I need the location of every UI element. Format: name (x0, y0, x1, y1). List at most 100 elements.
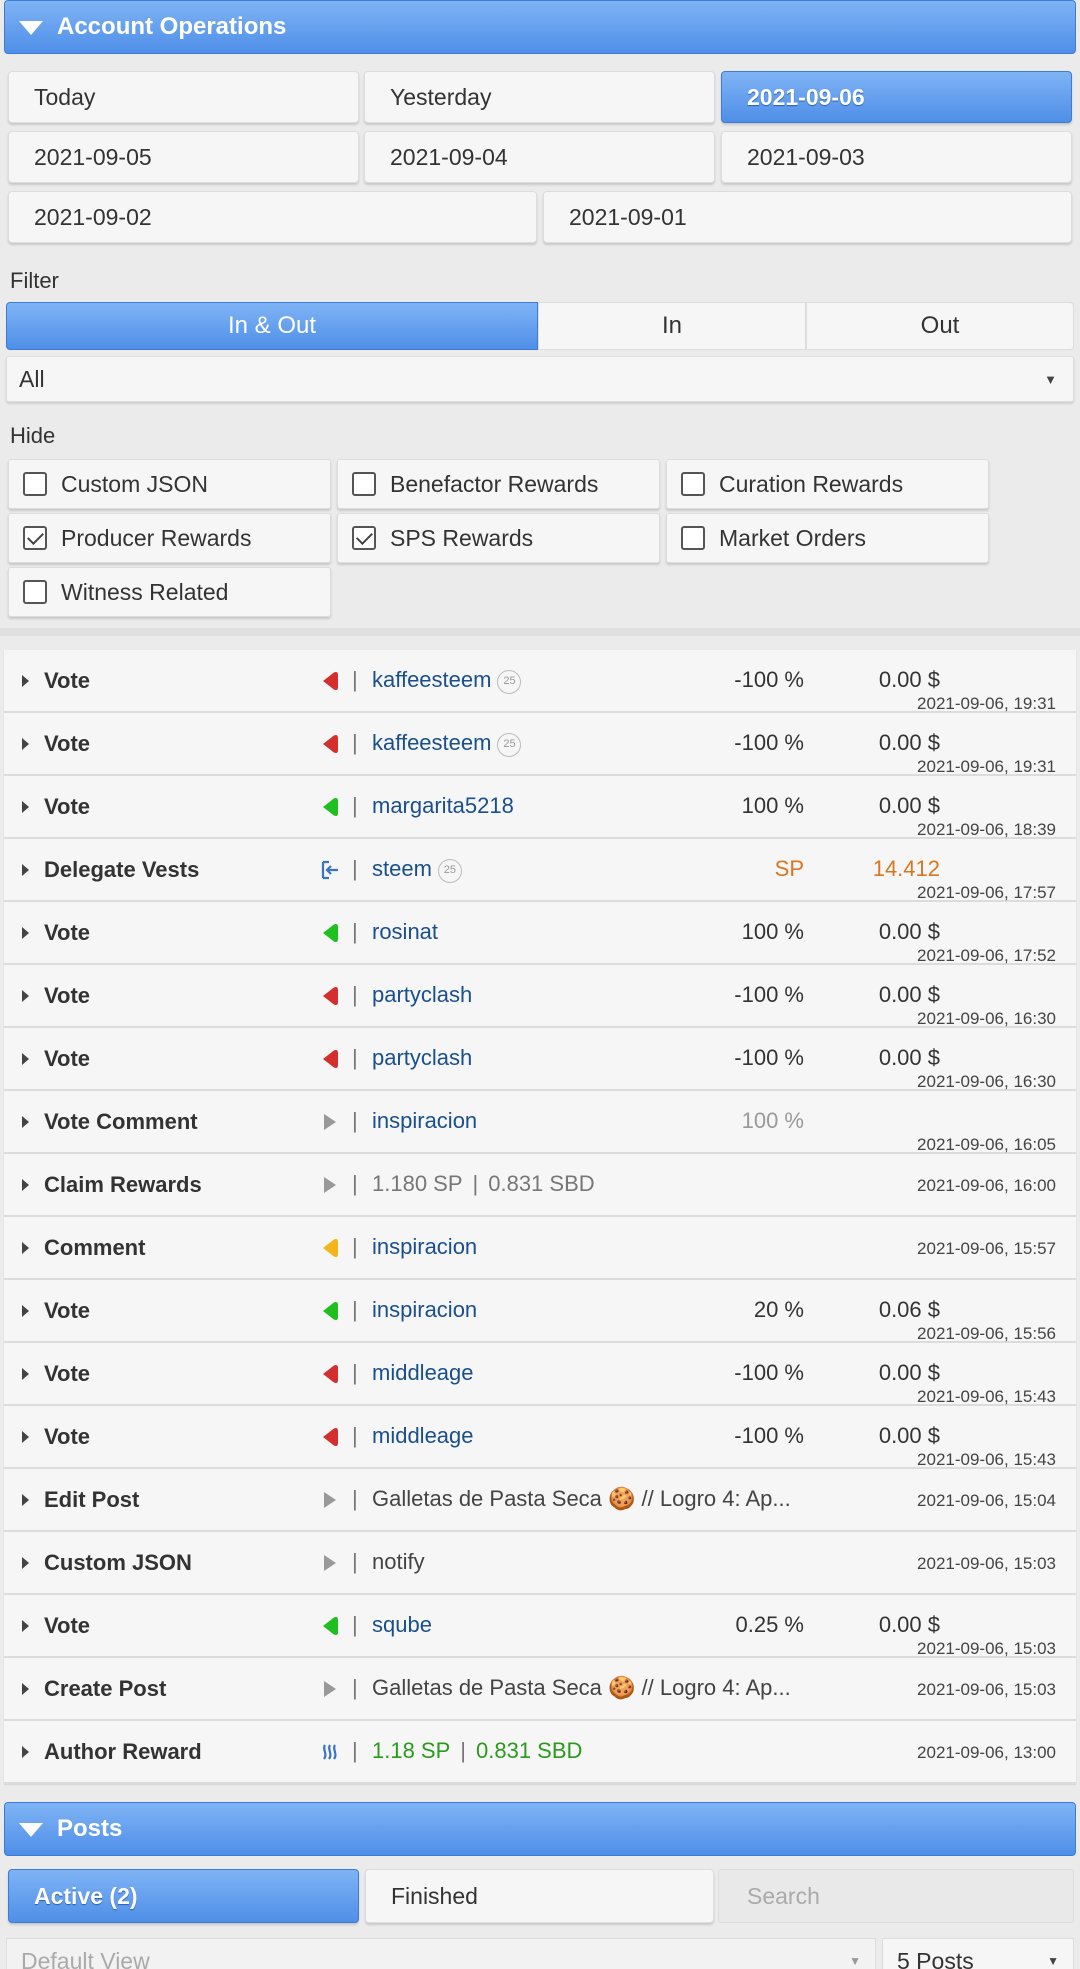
separator: | (352, 667, 358, 692)
account-link[interactable]: margarita5218 (372, 793, 514, 819)
account-link[interactable]: partyclash (372, 982, 472, 1008)
account-link[interactable]: inspiracion (372, 1234, 477, 1260)
hide-benefactor-rewards-checkbox[interactable]: Benefactor Rewards (337, 459, 660, 509)
operation-type: Delegate Vests (44, 857, 200, 882)
account-link[interactable]: steem 25 (372, 856, 462, 883)
expand-arrow-icon[interactable] (22, 1620, 29, 1632)
date-button-today[interactable]: Today (8, 71, 359, 123)
operation-type: Author Reward (44, 1739, 202, 1764)
date-button-2021-09-02[interactable]: 2021-09-02 (8, 191, 537, 243)
separator: | (460, 1738, 466, 1763)
account-link[interactable]: partyclash (372, 1045, 472, 1071)
date-button-2021-09-05[interactable]: 2021-09-05 (8, 131, 359, 183)
expand-arrow-icon[interactable] (22, 927, 29, 939)
date-button-2021-09-01[interactable]: 2021-09-01 (543, 191, 1072, 243)
operation-type-select[interactable]: All ▼ (6, 356, 1074, 402)
hide-producer-rewards-checkbox[interactable]: Producer Rewards (8, 513, 331, 563)
separator: | (352, 856, 358, 881)
operation-row[interactable]: Vote | partyclash -100 % 0.00 $ 2021-09-06, 1… (4, 1028, 1076, 1091)
timestamp: 2021-09-06, 17:57 (917, 883, 1056, 902)
posts-tab-active[interactable]: Active (2) (8, 1869, 359, 1923)
account-link[interactable]: inspiracion (372, 1108, 477, 1134)
separator: | (352, 982, 358, 1007)
operation-row[interactable]: Claim Rewards | 1.180 SP | 0.831 SBD 2021-09-… (4, 1154, 1076, 1217)
operation-row[interactable]: Delegate Vests | steem 25 SP 14.412 2021-09-06… (4, 839, 1076, 902)
account-link[interactable]: kaffeesteem 25 (372, 730, 522, 757)
expand-arrow-icon[interactable] (22, 1305, 29, 1317)
vote-value: 0.00 $ (878, 982, 940, 1007)
account-name: inspiracion (372, 1108, 478, 1133)
hide-curation-rewards-checkbox[interactable]: Curation Rewards (666, 459, 989, 509)
operation-row[interactable]: Vote | sqube 0.25 % 0.00 $ 2021-09-06, 15:03 (4, 1595, 1076, 1658)
posts-header[interactable]: Posts (4, 1802, 1076, 1856)
operation-row[interactable]: Vote | margarita5218 100 % 0.00 $ 2021-09-06,… (4, 776, 1076, 839)
downvote-red-icon (323, 735, 338, 753)
expand-arrow-icon[interactable] (22, 1242, 29, 1254)
account-name: kaffeesteem (372, 730, 492, 755)
expand-arrow-icon[interactable] (22, 1683, 29, 1695)
count-select-value: 5 Posts (897, 1947, 974, 1969)
expand-arrow-icon[interactable] (22, 1368, 29, 1380)
hide-sps-rewards-checkbox[interactable]: SPS Rewards (337, 513, 660, 563)
account-link[interactable]: middleage (372, 1423, 474, 1449)
operation-type: Create Post (44, 1676, 167, 1701)
operation-row[interactable]: Comment | inspiracion 2021-09-06, 15:57 (4, 1217, 1076, 1280)
expand-arrow-icon[interactable] (22, 738, 29, 750)
account-link[interactable]: kaffeesteem 25 (372, 667, 522, 694)
hide-market-orders-checkbox[interactable]: Market Orders (666, 513, 989, 563)
operation-row[interactable]: Vote | middleage -100 % 0.00 $ 2021-09-06, 15… (4, 1343, 1076, 1406)
operation-row[interactable]: Vote Comment | inspiracion 100 % 2021-09-06,… (4, 1091, 1076, 1154)
expand-arrow-icon[interactable] (22, 990, 29, 1002)
filter-tab-in[interactable]: In (538, 302, 806, 350)
expand-arrow-icon[interactable] (22, 1746, 29, 1758)
expand-arrow-icon[interactable] (22, 675, 29, 687)
expand-arrow-icon[interactable] (22, 1116, 29, 1128)
operation-row[interactable]: Edit Post | Galletas de Pasta Seca 🍪 // Lo… (4, 1469, 1076, 1532)
timestamp: 2021-09-06, 15:57 (917, 1239, 1056, 1258)
expand-arrow-icon[interactable] (22, 1494, 29, 1506)
steem-logo-icon (323, 1744, 337, 1760)
posts-search-input[interactable]: Search (718, 1869, 1074, 1923)
operation-row[interactable]: Vote | kaffeesteem 25 -100 % 0.00 $ 2021-09-06… (4, 650, 1076, 713)
filter-tab-in-out[interactable]: In & Out (6, 302, 538, 350)
account-link[interactable]: sqube (372, 1612, 432, 1638)
posts-tab-finished[interactable]: Finished (365, 1869, 714, 1923)
expand-arrow-icon[interactable] (22, 1431, 29, 1443)
account-link[interactable]: rosinat (372, 919, 438, 945)
operation-row[interactable]: Vote | kaffeesteem 25 -100 % 0.00 $ 2021-09-06… (4, 713, 1076, 776)
operation-row[interactable]: Vote | inspiracion 20 % 0.06 $ 2021-09-06, 15… (4, 1280, 1076, 1343)
posts-view-select[interactable]: Default View ▼ (6, 1938, 876, 1969)
operation-row[interactable]: Vote | middleage -100 % 0.00 $ 2021-09-06, 15… (4, 1406, 1076, 1469)
posts-count-select[interactable]: 5 Posts ▼ (882, 1938, 1074, 1969)
expand-arrow-icon[interactable] (22, 864, 29, 876)
timestamp: 2021-09-06, 15:03 (917, 1554, 1056, 1573)
expand-arrow-icon[interactable] (22, 1053, 29, 1065)
expand-arrow-icon[interactable] (22, 801, 29, 813)
date-button-yesterday[interactable]: Yesterday (364, 71, 715, 123)
date-button-2021-09-06[interactable]: 2021-09-06 (721, 71, 1072, 123)
account-link[interactable]: inspiracion (372, 1297, 477, 1323)
timestamp: 2021-09-06, 16:30 (917, 1072, 1056, 1091)
collapse-triangle-icon (19, 21, 43, 35)
downvote-red-icon (323, 672, 338, 690)
date-button-2021-09-03[interactable]: 2021-09-03 (721, 131, 1072, 183)
operation-text: Galletas de Pasta Seca 🍪 // Logro 4: Ap.… (372, 1486, 791, 1511)
operation-row[interactable]: Vote | partyclash -100 % 0.00 $ 2021-09-06, 1… (4, 965, 1076, 1028)
reward-sbd: 0.831 SBD (476, 1738, 583, 1763)
vote-percent: -100 % (734, 1423, 804, 1448)
expand-arrow-icon[interactable] (22, 1179, 29, 1191)
play-grey-icon (324, 1492, 336, 1508)
operation-row[interactable]: Custom JSON | notify 2021-09-06, 15:03 (4, 1532, 1076, 1595)
operation-row[interactable]: Vote | rosinat 100 % 0.00 $ 2021-09-06, 17:52 (4, 902, 1076, 965)
hide-witness-related-checkbox[interactable]: Witness Related (8, 567, 331, 617)
expand-arrow-icon[interactable] (22, 1557, 29, 1569)
filter-tab-out[interactable]: Out (806, 302, 1074, 350)
date-button-2021-09-04[interactable]: 2021-09-04 (364, 131, 715, 183)
operation-text: notify (372, 1549, 425, 1574)
operation-row[interactable]: Create Post | Galletas de Pasta Seca 🍪 // … (4, 1658, 1076, 1721)
account-operations-header[interactable]: Account Operations (4, 0, 1076, 54)
operation-row[interactable]: Author Reward | 1.18 SP | 0.831 SBD 2021-09-0… (4, 1721, 1076, 1784)
account-link[interactable]: middleage (372, 1360, 474, 1386)
hide-custom-json-checkbox[interactable]: Custom JSON (8, 459, 331, 509)
search-placeholder: Search (747, 1882, 820, 1909)
